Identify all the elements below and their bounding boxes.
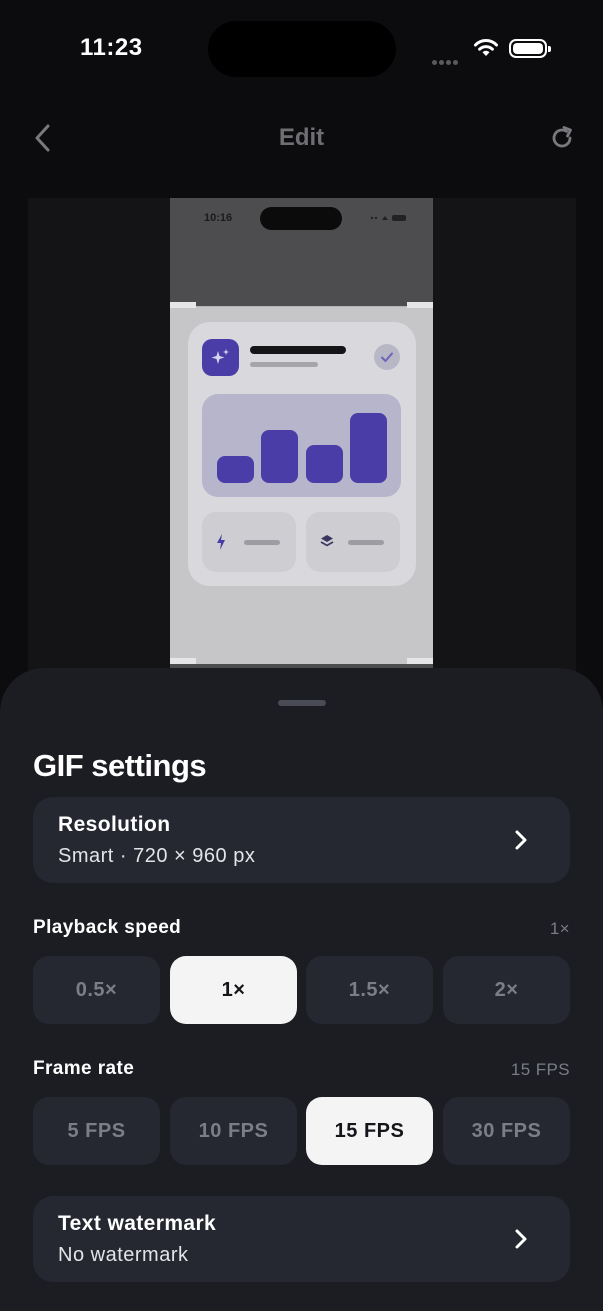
- check-icon: [374, 344, 400, 370]
- preview-card: [188, 322, 416, 586]
- speed-option-0.5x[interactable]: 0.5×: [33, 956, 160, 1024]
- preview-bar-chart: [202, 394, 401, 497]
- fps-option-15[interactable]: 15 FPS: [306, 1097, 433, 1165]
- chevron-right-icon: [515, 830, 527, 850]
- chevron-right-icon: [515, 1229, 527, 1249]
- watermark-row[interactable]: Text watermark No watermark: [33, 1196, 570, 1282]
- resolution-row[interactable]: Resolution Smart · 720 × 960 px: [33, 797, 570, 883]
- fps-option-30[interactable]: 30 FPS: [443, 1097, 570, 1165]
- preview-bar: [306, 445, 343, 483]
- status-bar: 11:23: [0, 0, 603, 100]
- watermark-label: Text watermark: [58, 1212, 217, 1235]
- reset-icon[interactable]: [548, 124, 576, 152]
- battery-icon: [509, 39, 551, 58]
- playback-speed-value: 1×: [549, 919, 570, 938]
- fps-option-10[interactable]: 10 FPS: [170, 1097, 297, 1165]
- playback-speed-label: Playback speed: [33, 917, 182, 938]
- preview-title-line: [250, 346, 346, 354]
- speed-option-1.5x[interactable]: 1.5×: [306, 956, 433, 1024]
- sparkle-icon: [202, 339, 239, 376]
- wifi-icon: [474, 39, 498, 56]
- gif-settings-sheet: GIF settings Resolution Smart · 720 × 96…: [0, 668, 603, 1311]
- crop-handle[interactable]: [407, 302, 433, 308]
- bolt-icon: [217, 534, 225, 550]
- dynamic-island: [208, 21, 396, 77]
- layers-icon: [320, 535, 334, 547]
- crop-handle[interactable]: [170, 302, 196, 308]
- sheet-drag-handle[interactable]: [278, 700, 326, 706]
- speed-option-1x[interactable]: 1×: [170, 956, 297, 1024]
- crop-handle[interactable]: [407, 658, 433, 664]
- preview-phone-time: 10:16: [204, 212, 233, 224]
- preview-tile-layers: [306, 512, 400, 572]
- preview-status-icons: [370, 215, 406, 221]
- resolution-value: Smart · 720 × 960 px: [58, 845, 256, 867]
- cellular-signal-icon: [432, 52, 460, 70]
- status-time: 11:23: [80, 34, 143, 61]
- preview-bar: [261, 430, 298, 483]
- preview-bar: [217, 456, 254, 483]
- crop-region[interactable]: [170, 306, 433, 664]
- page-title: Edit: [278, 124, 325, 151]
- fps-option-5[interactable]: 5 FPS: [33, 1097, 160, 1165]
- sheet-title: GIF settings: [33, 748, 207, 783]
- preview-tile-bolt: [202, 512, 296, 572]
- preview-bar: [350, 413, 387, 483]
- speed-option-2x[interactable]: 2×: [443, 956, 570, 1024]
- watermark-value: No watermark: [58, 1244, 189, 1266]
- frame-rate-label: Frame rate: [33, 1058, 135, 1079]
- frame-rate-value: 15 FPS: [510, 1060, 570, 1079]
- preview-phone-frame: 10:16: [170, 198, 433, 668]
- preview-dynamic-island: [260, 207, 342, 230]
- resolution-label: Resolution: [58, 813, 171, 836]
- preview-subtitle-line: [250, 362, 318, 367]
- crop-handle[interactable]: [170, 658, 196, 664]
